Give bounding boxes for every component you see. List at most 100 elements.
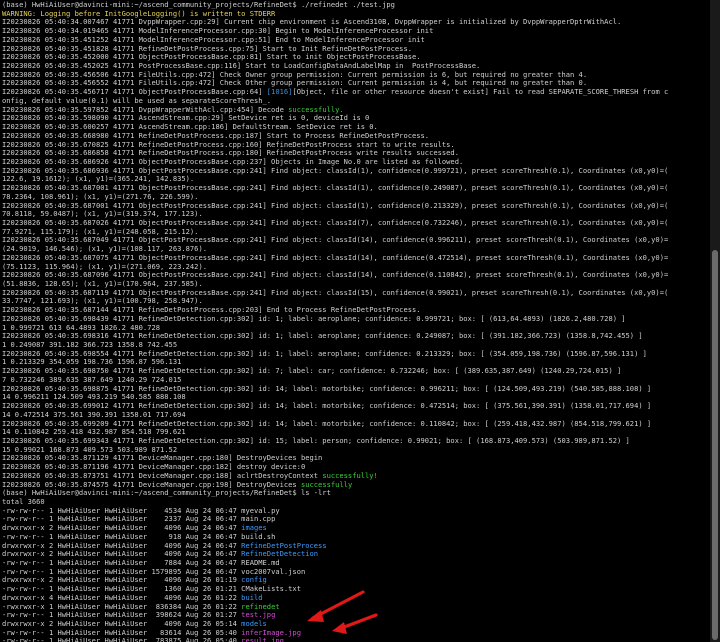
line-text: I20230826 05:40:35.686858 41771 RefineDe… [2, 149, 459, 158]
line-text: 14 0.996211 124.509 493.219 540.585 888.… [2, 393, 186, 402]
terminal-line: drwxrwxr-x 2 HwHiAiUser HwHiAiUser 4096 … [2, 542, 708, 551]
terminal-line: I20230826 05:40:35.598090 41771 AscendSt… [2, 114, 708, 123]
file-name: inferImage.jpg [241, 628, 301, 637]
terminal-line: -rw-rw-r-- 1 HwHiAiUser HwHiAiUser 78387… [2, 637, 708, 642]
terminal-line: I20230826 05:40:35.687001 41771 ObjectPo… [2, 184, 708, 193]
terminal-line: -rw-rw-r-- 1 HwHiAiUser HwHiAiUser 7884 … [2, 559, 708, 568]
terminal-line: -rw-rw-r-- 1 HwHiAiUser HwHiAiUser 918 A… [2, 533, 708, 542]
file-name: main.cpp [241, 515, 276, 524]
terminal-line: I20230826 05:40:35.871129 41771 DeviceMa… [2, 454, 708, 463]
terminal-line: (75.1123, 115.964); (x1, y1)=(271.069, 2… [2, 263, 708, 272]
terminal-line: I20230826 05:40:35.600257 41771 AscendSt… [2, 123, 708, 132]
file-name: CMakeLists.txt [241, 585, 301, 594]
file-name: RefineDetDetection [241, 550, 319, 559]
scrollbar[interactable] [710, 0, 720, 642]
terminal-line: I20230826 05:40:35.873751 41771 DeviceMa… [2, 472, 708, 481]
terminal-line: I20230826 05:40:35.451252 41771 ModelInf… [2, 36, 708, 45]
line-text: -rwxrwxr-x 1 HwHiAiUser HwHiAiUser 83638… [2, 602, 242, 611]
terminal-line: I20230826 05:40:35.698554 41771 RefineDe… [2, 350, 708, 359]
terminal-line: I20230826 05:40:35.698750 41771 RefineDe… [2, 367, 708, 376]
terminal-line: I20230826 05:40:35.456717 41771 ObjectPo… [2, 88, 708, 97]
line-text: drwxrwxr-x 4 HwHiAiUser HwHiAiUser 4096 … [2, 593, 242, 602]
file-name: images [241, 524, 267, 533]
line-text: I20230826 05:40:35.451828 41771 RefineDe… [2, 44, 412, 53]
scrollbar-thumb[interactable] [712, 250, 718, 640]
terminal-line: -rw-rw-r-- 1 HwHiAiUser HwHiAiUser 15798… [2, 568, 708, 577]
terminal-line: 1 0.999721 613 64.4893 1826.2 480.728 [2, 324, 708, 333]
terminal-line: -rw-rw-r-- 1 HwHiAiUser HwHiAiUser 4534 … [2, 507, 708, 516]
line-text: I20230826 05:40:35.456552 41771 FileUtil… [2, 79, 588, 88]
terminal-line: I20230826 05:40:35.687001 41771 ObjectPo… [2, 202, 708, 211]
line-text: I20230826 05:40:35.699012 41771 RefineDe… [2, 402, 652, 411]
terminal-line: 77.9271, 115.179); (x1, y1)=(248.058, 21… [2, 228, 708, 237]
file-name: test.jpg [241, 611, 276, 620]
line-text: drwxrwxr-x 2 HwHiAiUser HwHiAiUser 4096 … [2, 550, 242, 559]
terminal-line: I20230826 05:40:35.687119 41771 ObjectPo… [2, 289, 708, 298]
line-text: I20230826 05:40:35.687001 41771 ObjectPo… [2, 184, 669, 193]
line-text: drwxrwxr-x 2 HwHiAiUser HwHiAiUser 4096 … [2, 576, 242, 585]
terminal-line: I20230826 05:40:35.670825 41771 RefineDe… [2, 141, 708, 150]
line-text: I20230826 05:40:35.452000 41771 ObjectPo… [2, 53, 421, 62]
terminal-line: I20230826 05:40:35.698439 41771 RefineDe… [2, 315, 708, 324]
terminal-line: I20230826 05:40:35.871196 41771 DeviceMa… [2, 463, 708, 472]
line-text: 15 0.99021 168.873 409.573 503.989 871.5… [2, 445, 178, 454]
line-text: I20230826 05:40:35.698554 41771 RefineDe… [2, 349, 647, 358]
terminal-line: 14 0.472514 375.561 390.391 1358.01 717.… [2, 411, 708, 420]
terminal-output[interactable]: (base) HwHiAiUser@davinci-mini:~/ascend_… [0, 0, 708, 642]
line-text: -rw-rw-r-- 1 HwHiAiUser HwHiAiUser 78387… [2, 637, 242, 642]
annotation-arrow-2 [332, 613, 378, 634]
terminal-line: 14 0.996211 124.509 493.219 540.585 888.… [2, 393, 708, 402]
line-text: 122.6, 19.1612); (x1, y1)=(365.241, 142.… [2, 175, 195, 184]
terminal-line: -rw-rw-r-- 1 HwHiAiUser HwHiAiUser 2337 … [2, 515, 708, 524]
success-text: successfully. [288, 105, 344, 114]
terminal-line: I20230826 05:40:35.699343 41771 RefineDe… [2, 437, 708, 446]
terminal-line: 122.6, 19.1612); (x1, y1)=(365.241, 142.… [2, 175, 708, 184]
line-text: I20230826 05:40:35.451252 41771 ModelInf… [2, 35, 425, 44]
line-text: 7 0.732246 389.635 387.649 1240.29 724.0… [2, 375, 182, 384]
terminal-line: drwxrwxr-x 2 HwHiAiUser HwHiAiUser 4096 … [2, 550, 708, 559]
terminal-line: total 3660 [2, 498, 708, 507]
line-text: (75.1123, 115.964); (x1, y1)=(271.069, 2… [2, 262, 207, 271]
line-text: I20230826 05:40:35.871196 41771 DeviceMa… [2, 463, 306, 472]
line-text: -rw-rw-r-- 1 HwHiAiUser HwHiAiUser 2337 … [2, 515, 242, 524]
terminal-line: WARNING: Logging before InitGoogleLoggin… [2, 10, 708, 19]
terminal-line: onfig, default value(0.1) will be used a… [2, 97, 708, 106]
line-text: 78.2364, 108.961); (x1, y1)=(271.76, 226… [2, 192, 199, 201]
line-text: I20230826 05:40:35.686936 41771 ObjectPo… [2, 166, 669, 175]
line-text: I20230826 05:40:35.874575 41771 DeviceMa… [2, 480, 301, 489]
line-text: (base) HwHiAiUser@davinci-mini:~/ascend_… [2, 489, 331, 498]
terminal-line: (51.8836, 128.65); (x1, y1)=(170.964, 23… [2, 280, 708, 289]
success-text: successfully [300, 480, 353, 489]
error-code: [1016] [266, 88, 293, 97]
terminal-line: (24.9019, 146.546); (x1, y1)=(108.117, 2… [2, 245, 708, 254]
line-text: 70.8118, 59.0487); (x1, y1)=(319.374, 17… [2, 210, 203, 219]
line-text: I20230826 05:40:35.687144 41771 RefineDe… [2, 306, 421, 315]
terminal-line: I20230826 05:40:34.007467 41771 DvppWrap… [2, 18, 708, 27]
line-text: drwxrwxr-x 2 HwHiAiUser HwHiAiUser 4096 … [2, 541, 242, 550]
line-text: I20230826 05:40:35.698750 41771 RefineDe… [2, 367, 622, 376]
line-text: I20230826 05:40:35.698316 41771 RefineDe… [2, 332, 643, 341]
terminal-line: I20230826 05:40:35.699012 41771 RefineDe… [2, 402, 708, 411]
line-text: -rw-rw-r-- 1 HwHiAiUser HwHiAiUser 918 A… [2, 532, 242, 541]
terminal-line: I20230826 05:40:35.456506 41771 FileUtil… [2, 71, 708, 80]
line-text: -rw-rw-r-- 1 HwHiAiUser HwHiAiUser 39862… [2, 611, 242, 620]
terminal-line: 1 0.213329 354.059 198.736 1596.87 596.1… [2, 358, 708, 367]
terminal-line: drwxrwxr-x 2 HwHiAiUser HwHiAiUser 4096 … [2, 576, 708, 585]
line-text: I20230826 05:40:35.670825 41771 RefineDe… [2, 140, 455, 149]
terminal-line: I20230826 05:40:35.686858 41771 RefineDe… [2, 149, 708, 158]
terminal-line: I20230826 05:40:35.668980 41771 RefineDe… [2, 132, 708, 141]
terminal-line: I20230826 05:40:35.699209 41771 RefineDe… [2, 420, 708, 429]
line-text: total 3660 [2, 497, 45, 506]
line-text: I20230826 05:40:35.456717 41771 ObjectPo… [2, 88, 267, 97]
line-text: I20230826 05:40:35.686926 41771 ObjectPo… [2, 157, 464, 166]
line-text: drwxrwxr-x 2 HwHiAiUser HwHiAiUser 4096 … [2, 524, 242, 533]
file-name: voc2007val.json [241, 567, 306, 576]
line-text: -rw-rw-r-- 1 HwHiAiUser HwHiAiUser 7884 … [2, 559, 242, 567]
file-name: result.jpg [241, 637, 284, 642]
line-text: I20230826 05:40:35.687096 41771 ObjectPo… [2, 271, 669, 280]
terminal-line: I20230826 05:40:35.874575 41771 DeviceMa… [2, 481, 708, 490]
line-text: 14 0.472514 375.561 390.391 1358.01 717.… [2, 410, 186, 419]
line-text: 1 0.249087 391.182 366.723 1358.8 742.45… [2, 341, 178, 350]
line-text: 1 0.213329 354.059 198.736 1596.87 596.1… [2, 358, 182, 367]
terminal-line: (base) HwHiAiUser@davinci-mini:~/ascend_… [2, 1, 708, 10]
